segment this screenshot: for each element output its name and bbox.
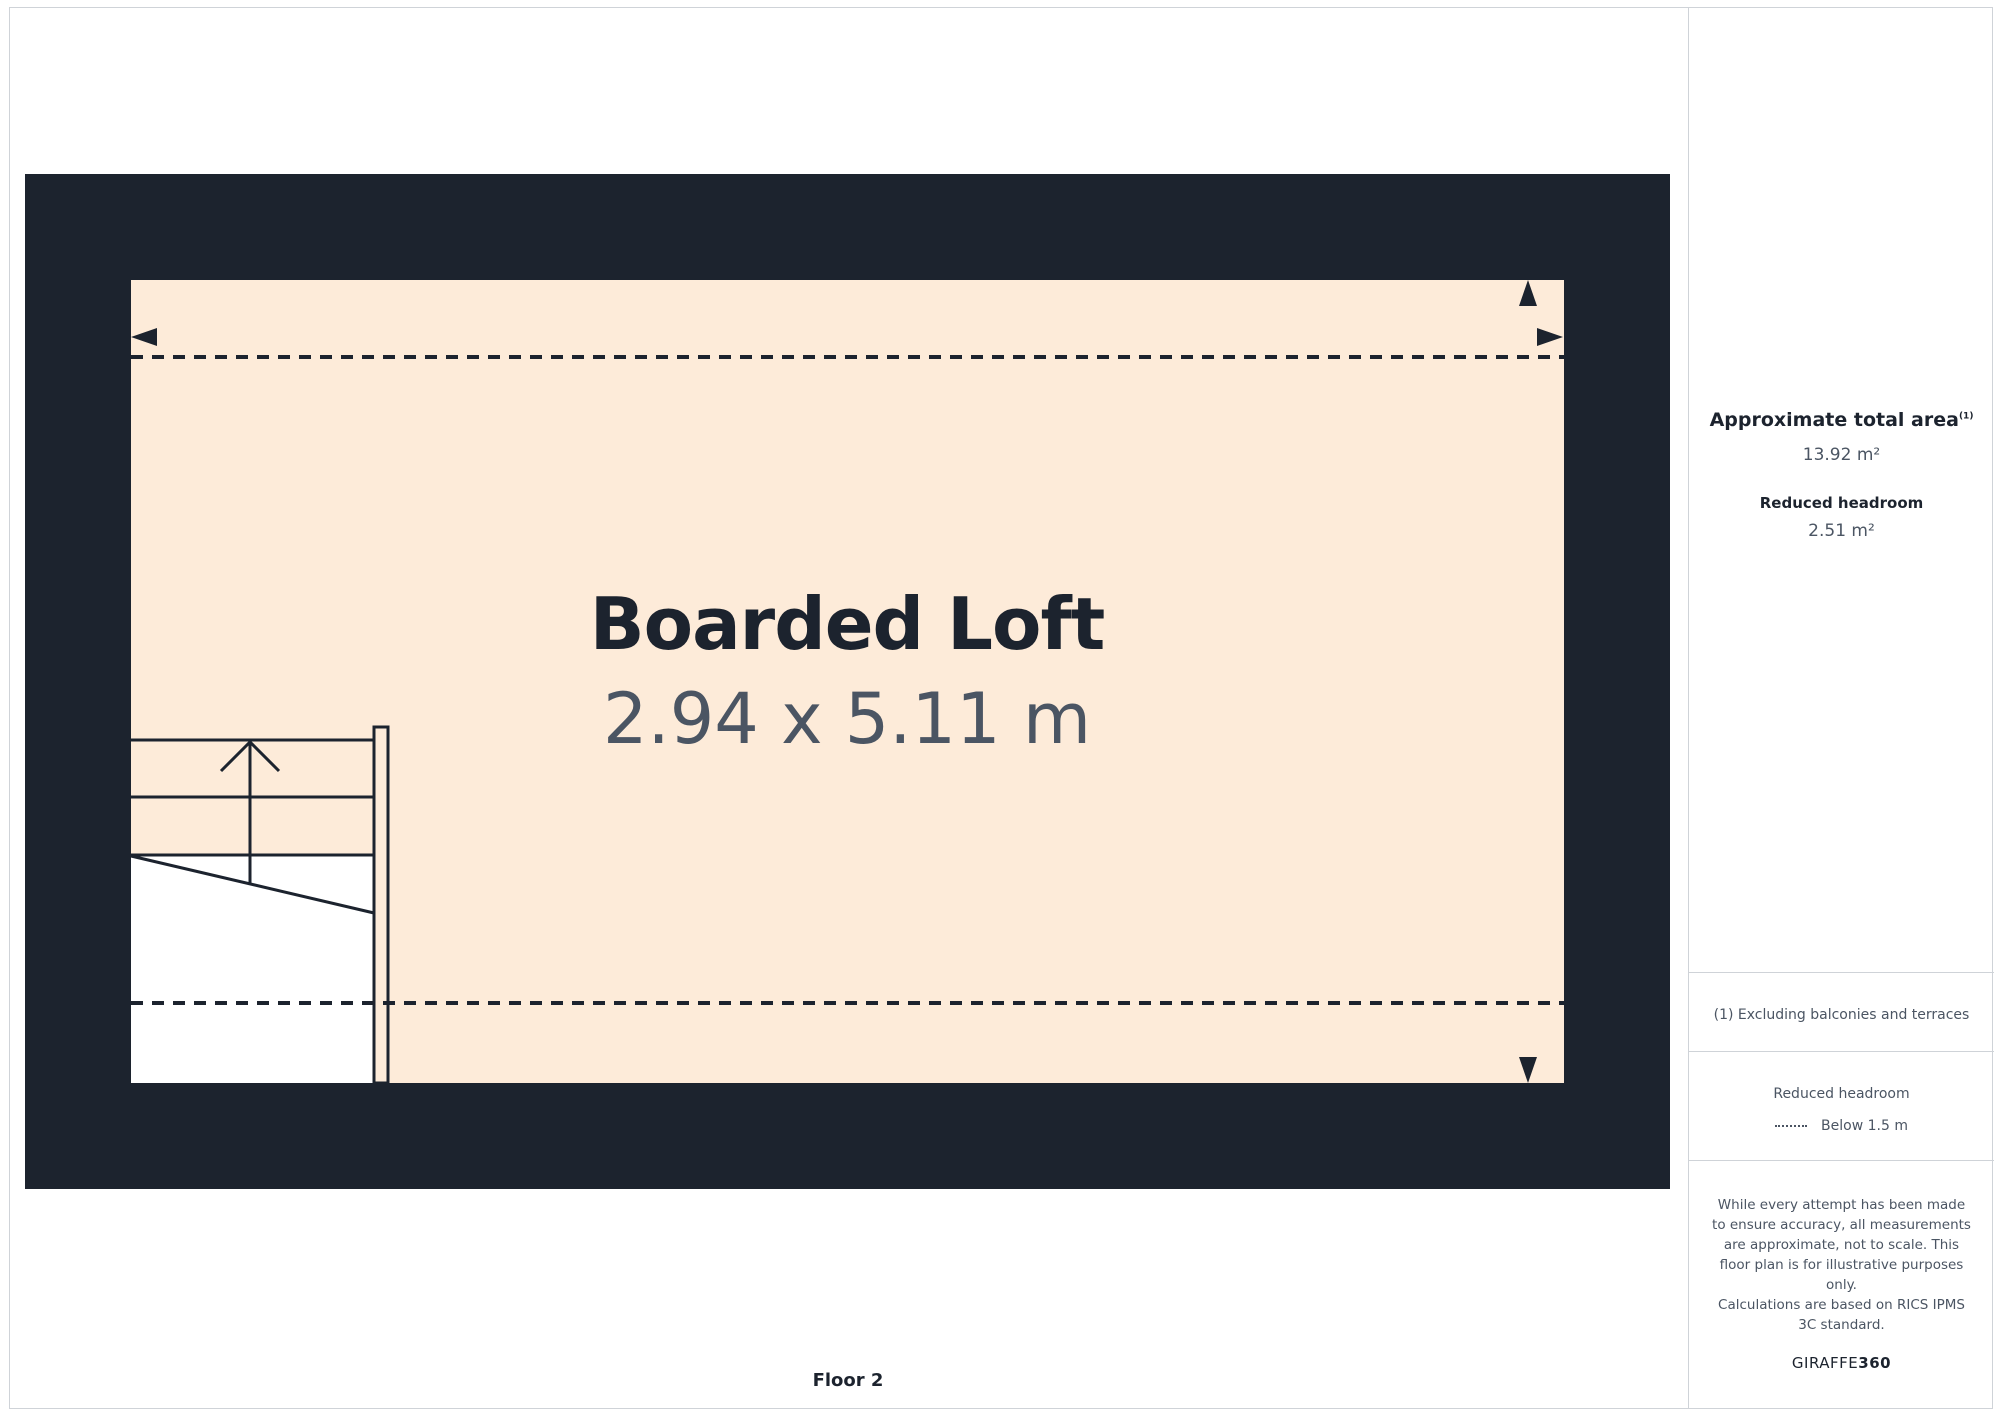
calculation-note: Calculations are based on RICS IPMS 3C s… xyxy=(1718,1297,1965,1333)
total-area-value: 13.92 m² xyxy=(1802,445,1881,465)
info-panel: Approximate total area(1) 13.92 m² Reduc… xyxy=(1688,7,1994,1409)
divider xyxy=(1689,972,1994,973)
total-area-title: Approximate total area(1) xyxy=(1709,409,1974,431)
brand-logo: GIRAFFE360 xyxy=(1791,1354,1892,1372)
reduced-headroom-value: 2.51 m² xyxy=(1808,521,1875,541)
legend-label: Below 1.5 m xyxy=(1821,1118,1908,1134)
dotted-line-icon xyxy=(1775,1125,1808,1127)
reduced-headroom-title: Reduced headroom xyxy=(1759,494,1924,512)
room-name: Boarded Loft xyxy=(589,582,1106,666)
area-footnote-marker: (1) xyxy=(1958,411,1974,422)
divider xyxy=(1689,1160,1994,1161)
divider xyxy=(1689,1051,1994,1052)
legend-row: Below 1.5 m xyxy=(1689,1118,1994,1134)
footnote: (1) Excluding balconies and terraces xyxy=(1713,1007,1970,1023)
legend-title: Reduced headroom xyxy=(1773,1086,1910,1102)
room-dimensions: 2.94 x 5.11 m xyxy=(602,678,1092,760)
disclaimer-text: While every attempt has been made to ens… xyxy=(1712,1197,1971,1293)
floor-label: Floor 2 xyxy=(812,1370,884,1391)
